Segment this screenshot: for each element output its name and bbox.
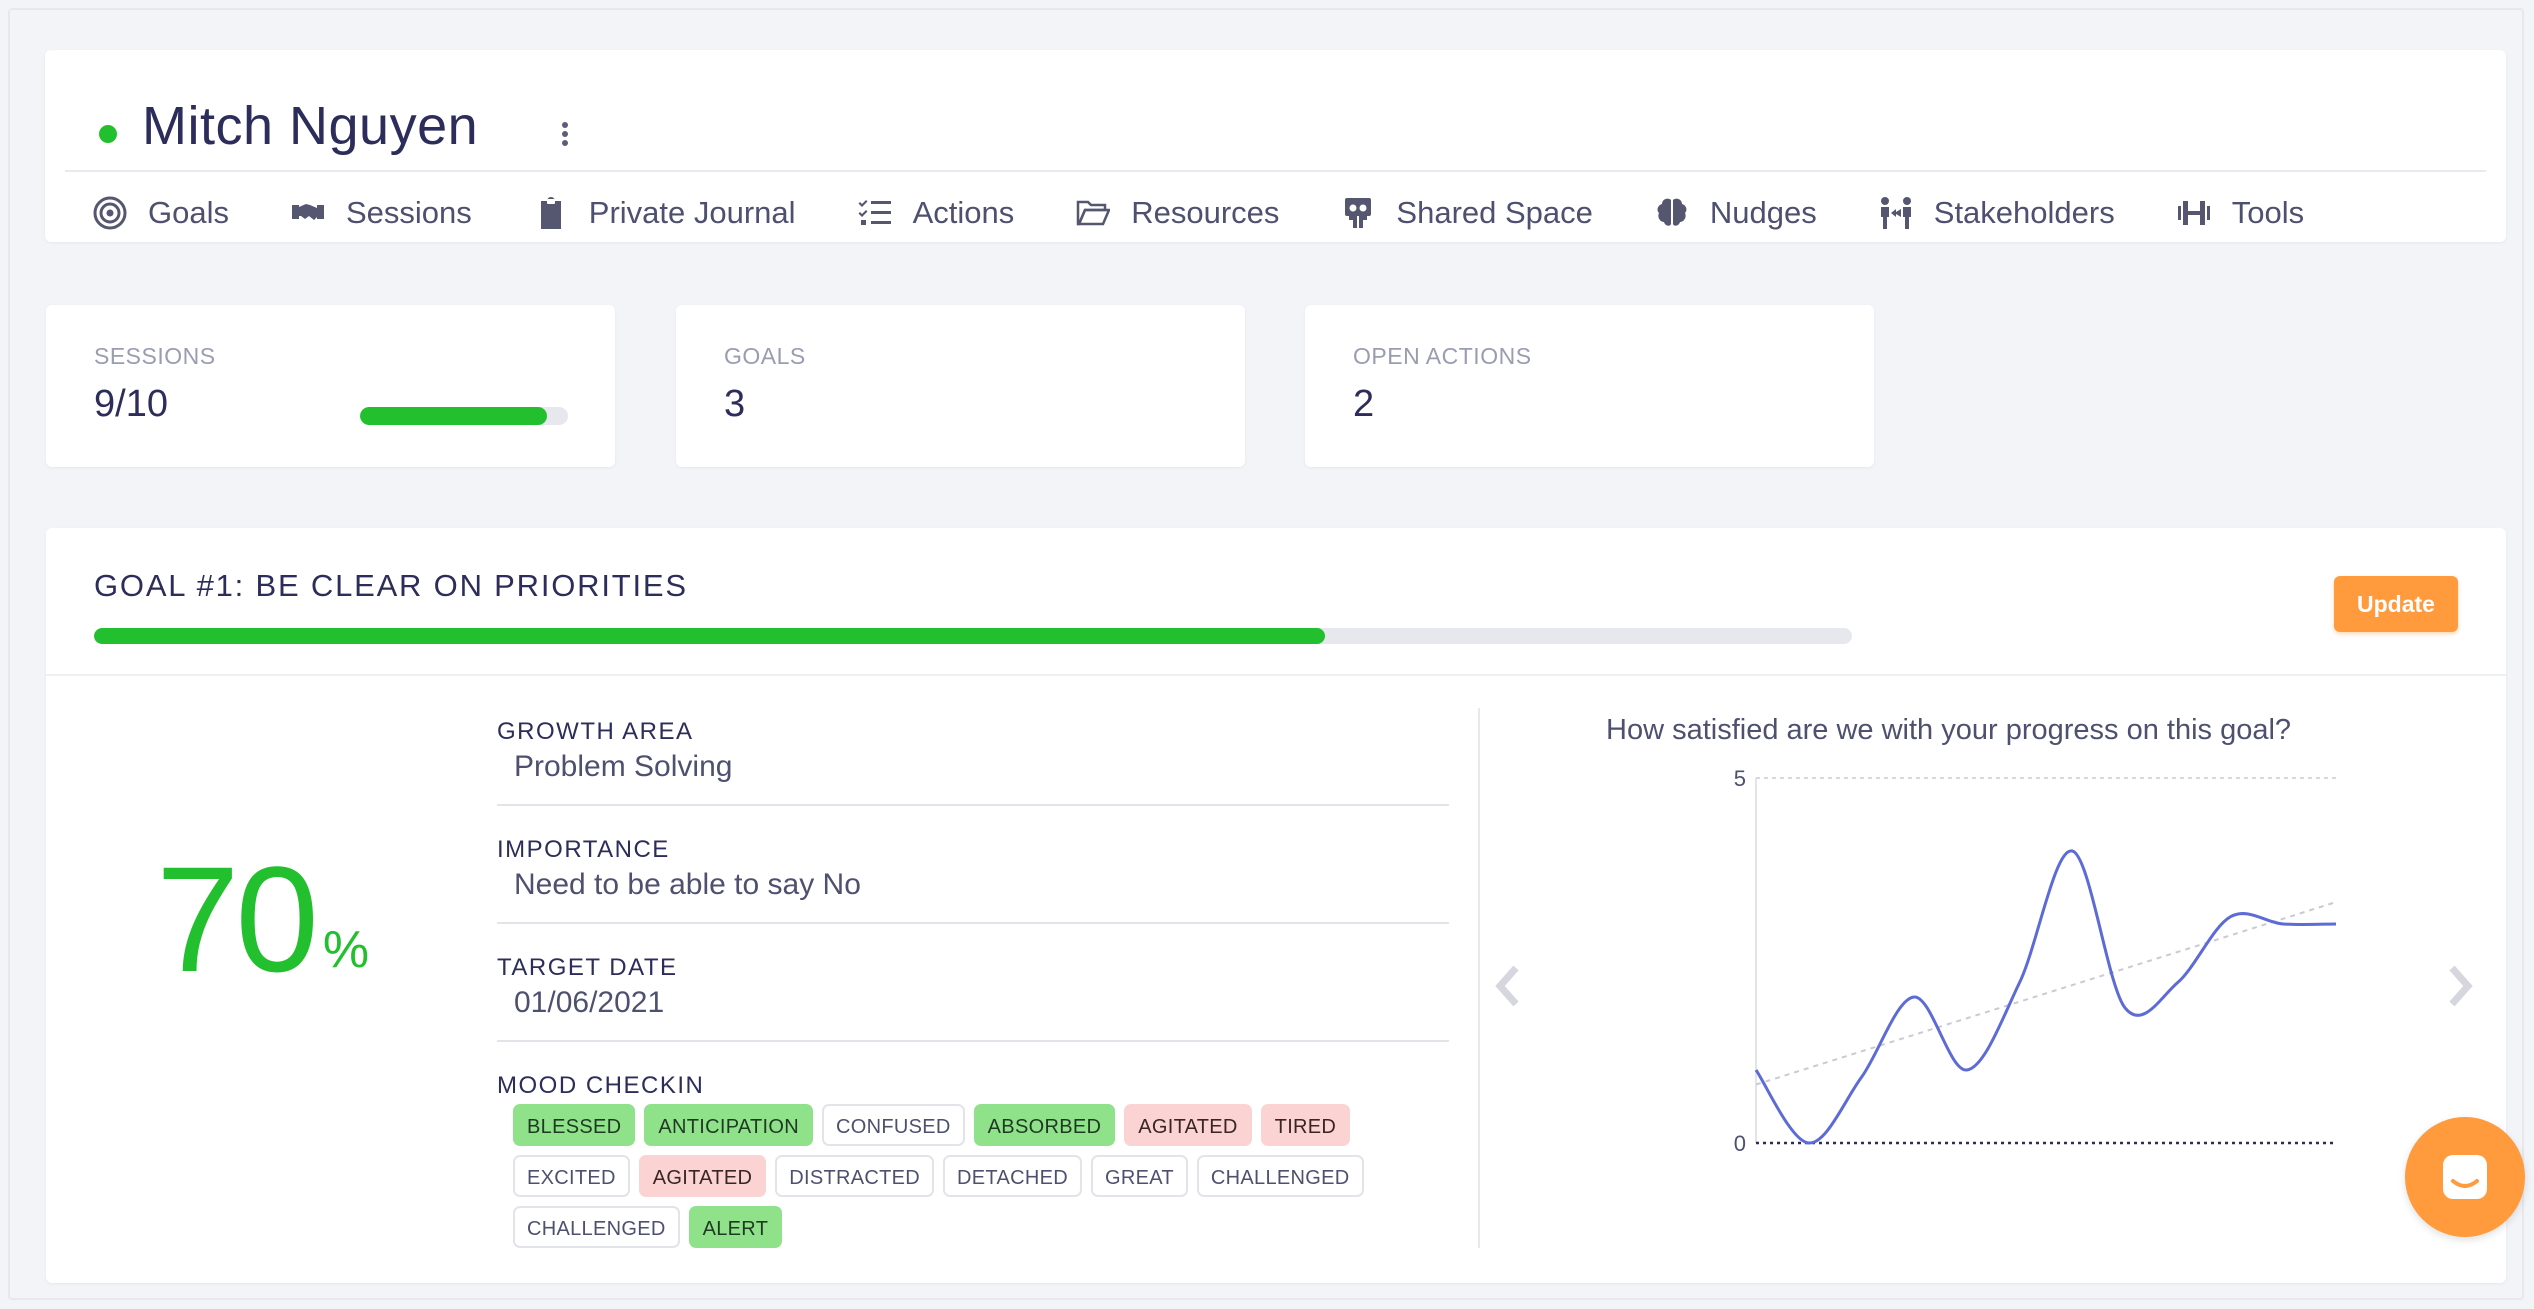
goal-percent-value: 70 [156,835,319,1003]
update-button[interactable]: Update [2334,576,2458,632]
mood-tag: CHALLENGED [1196,1155,1364,1197]
handshake-icon [291,204,324,220]
nav-label: Nudges [1709,195,1817,230]
nav-label: Stakeholders [1933,195,2115,230]
goal-percent: 70 % [156,844,369,994]
mood-tag: DISTRACTED [775,1155,935,1197]
online-status-dot [99,125,117,143]
mood-tag-list: BLESSED ANTICIPATION CONFUSED ABSORBED AGITA… [513,1104,1413,1257]
field-label: IMPORTANCE [497,836,670,863]
client-nav: Goals Sessions Private Journal Actions R… [93,185,2366,241]
stat-value: 2 [1353,383,1375,425]
field-label: MOOD CHECKIN [497,1072,705,1099]
header-divider [65,170,2486,172]
nav-label: Private Journal [588,195,796,230]
nav-label: Shared Space [1396,195,1593,230]
target-date-field: TARGET DATE 01/06/2021 [497,954,1449,1042]
nav-private-journal[interactable]: Private Journal [534,195,796,231]
goal-progress-bar [94,628,1852,644]
column-divider [1478,708,1480,1248]
chart-y-tick-label: 5 [1734,766,1746,791]
mood-checkin-field: MOOD CHECKIN [497,1072,1449,1100]
mood-tag: AGITATED [1124,1104,1252,1146]
app-frame: Mitch Nguyen Goals Sessions Private Jour… [8,8,2525,1300]
field-divider [497,922,1449,924]
sessions-progress-bar [360,407,568,425]
goals-stat-card: GOALS 3 [676,305,1245,467]
target-icon [93,196,127,230]
stat-value: 9/10 [94,383,168,425]
sessions-progress-fill [360,407,548,425]
checklist-icon [858,200,891,225]
goal-progress-fill [94,628,1325,644]
importance-field: IMPORTANCE Need to be able to say No [497,836,1449,924]
sessions-stat-card: SESSIONS 9/10 [46,305,615,467]
mood-tag: DETACHED [943,1155,1082,1197]
mood-tag: ALERT [688,1206,783,1248]
mood-tag: EXCITED [513,1155,630,1197]
nav-sessions[interactable]: Sessions [291,195,472,231]
stat-label: OPEN ACTIONS [1353,343,1532,369]
stat-label: GOALS [724,343,806,369]
nav-actions[interactable]: Actions [858,195,1015,231]
chart-next-arrow[interactable] [2440,956,2480,1016]
nav-label: Resources [1131,195,1280,230]
people-arrows-icon [1880,197,1911,229]
nav-tools[interactable]: Tools [2177,195,2304,231]
dumbbell-icon [2177,201,2210,225]
field-divider [497,1040,1449,1042]
satisfaction-chart: 05 [1734,766,2337,1156]
field-label: TARGET DATE [497,954,678,981]
chevron-right-icon [2449,965,2473,1007]
mood-tag: CONFUSED [822,1104,965,1146]
mood-tag: AGITATED [638,1155,767,1197]
growth-area-field: GROWTH AREA Problem Solving [497,718,1449,806]
nav-goals[interactable]: Goals [93,195,229,231]
mood-tag: CHALLENGED [513,1206,680,1248]
mood-tag: ABSORBED [973,1104,1116,1146]
brain-icon [1657,198,1687,226]
field-divider [497,804,1449,806]
stat-label: SESSIONS [94,343,216,369]
clipboard-icon [540,197,561,229]
chart-series-line [1754,849,2337,1145]
mood-tag: TIRED [1260,1104,1351,1146]
slideshare-icon [1345,198,1372,228]
chat-icon [2443,1155,2487,1199]
chat-launcher-button[interactable] [2405,1117,2525,1237]
nav-label: Actions [912,195,1015,230]
chevron-left-icon [1495,965,1519,1007]
nav-stakeholders[interactable]: Stakeholders [1879,195,2115,231]
nav-shared-space[interactable]: Shared Space [1341,195,1593,231]
folder-open-icon [1076,200,1111,226]
field-label: GROWTH AREA [497,718,694,745]
nav-nudges[interactable]: Nudges [1655,195,1817,231]
mood-tag: ANTICIPATION [644,1104,814,1146]
nav-label: Tools [2231,195,2305,230]
client-header: Mitch Nguyen Goals Sessions Private Jour… [45,50,2506,242]
goal-title: GOAL #1: BE CLEAR ON PRIORITIES [94,568,688,603]
chart-trendline [1755,901,2337,1086]
nav-label: Goals [148,195,229,230]
chart-title: How satisfied are we with your progress … [1606,714,2292,746]
goal-divider [46,674,2506,676]
goal-card: GOAL #1: BE CLEAR ON PRIORITIES Update 7… [46,528,2506,1283]
more-options-icon[interactable] [560,122,570,150]
mood-tag: GREAT [1090,1155,1188,1197]
open-actions-stat-card: OPEN ACTIONS 2 [1305,305,1874,467]
nav-resources[interactable]: Resources [1076,195,1279,231]
field-value: Need to be able to say No [514,868,861,901]
chart-y-tick-label: 0 [1734,1131,1746,1156]
mood-tag: BLESSED [513,1104,636,1146]
goal-percent-sign: % [322,921,370,979]
field-value: Problem Solving [514,750,733,783]
field-value: 01/06/2021 [514,986,665,1019]
chart-prev-arrow[interactable] [1488,956,1528,1016]
stat-value: 3 [724,383,746,425]
client-name: Mitch Nguyen [142,96,479,156]
nav-label: Sessions [345,195,472,230]
